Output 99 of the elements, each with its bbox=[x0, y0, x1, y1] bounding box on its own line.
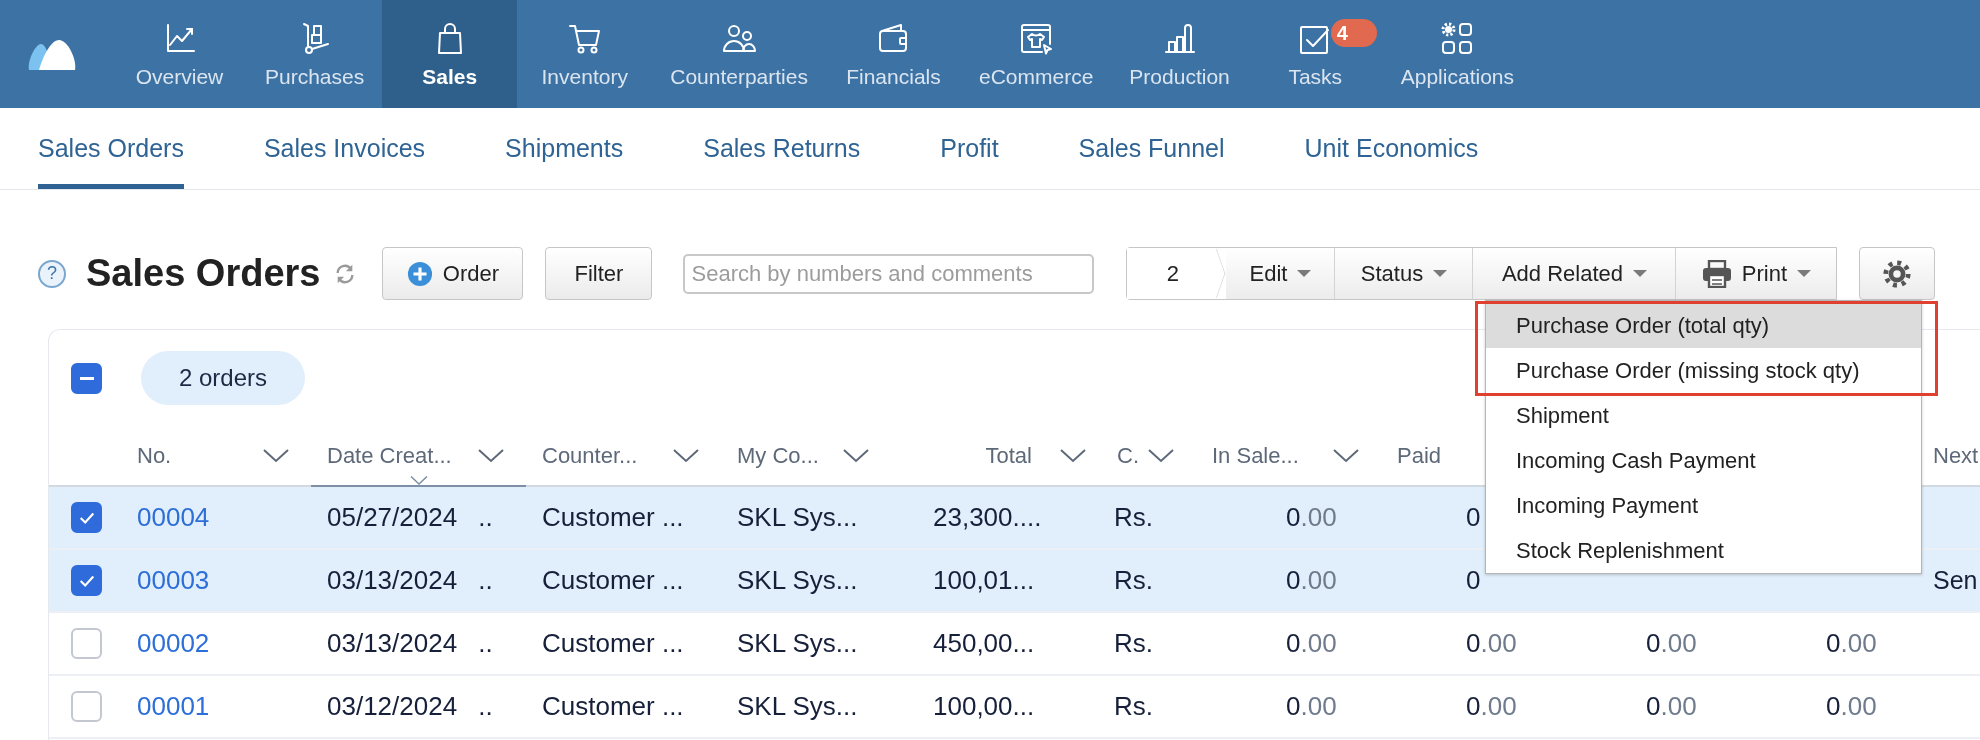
column-header[interactable]: C. bbox=[1101, 426, 1196, 485]
table-cell-text: 100,01... bbox=[932, 564, 1036, 597]
order-link[interactable]: 00004 bbox=[121, 487, 311, 548]
table-cell-text: SKL Sys... bbox=[736, 501, 859, 534]
row-checkbox[interactable] bbox=[71, 691, 102, 722]
caret-icon bbox=[1297, 270, 1312, 277]
table-cell-text: 100,00... bbox=[932, 690, 1036, 723]
table-cell-text: 0.00 bbox=[1645, 627, 1698, 660]
table-cell-text: Customer ... bbox=[541, 564, 685, 597]
order-link[interactable]: 00001 bbox=[121, 676, 311, 737]
filter-button[interactable]: Filter bbox=[545, 247, 653, 300]
menu-item[interactable]: Incoming Cash Payment bbox=[1486, 438, 1921, 483]
nav-tab[interactable]: Inventory bbox=[517, 0, 653, 108]
table-cell-text: 450,00... bbox=[932, 627, 1036, 660]
menu-item[interactable]: Purchase Order (total qty) bbox=[1486, 303, 1921, 348]
select-all-checkbox[interactable] bbox=[71, 362, 102, 394]
table-cell-text: SKL Sys... bbox=[736, 690, 859, 723]
page-title: Sales Orders bbox=[86, 252, 321, 295]
table-cell-text: Rs. bbox=[1113, 627, 1154, 660]
nav-tab[interactable]: Purchases bbox=[247, 0, 383, 108]
sub-tab[interactable]: Sales Orders bbox=[38, 108, 184, 189]
table-cell-text: Customer ... bbox=[541, 627, 685, 660]
order-link[interactable]: 00003 bbox=[121, 550, 311, 611]
table-cell-text: Sen bbox=[1932, 565, 1979, 596]
row-checkbox[interactable] bbox=[71, 565, 102, 596]
column-header[interactable]: No. bbox=[121, 426, 311, 485]
help-icon[interactable]: ? bbox=[38, 259, 66, 288]
settings-icon bbox=[1882, 258, 1913, 289]
sort-notch-icon bbox=[409, 476, 428, 485]
table-cell-text: Customer ... bbox=[541, 690, 685, 723]
plus-icon bbox=[406, 260, 433, 287]
table-cell-text: SKL Sys... bbox=[736, 564, 859, 597]
column-header[interactable]: Total bbox=[891, 426, 1101, 485]
order-link[interactable]: 00002 bbox=[121, 613, 311, 674]
printer-icon bbox=[1701, 259, 1732, 288]
table-cell-text: 0.00 bbox=[1825, 627, 1878, 660]
nav-tab[interactable]: Production bbox=[1111, 0, 1248, 108]
nav-tab[interactable]: Tasks 4 bbox=[1247, 0, 1383, 108]
chevron-icon bbox=[673, 448, 699, 463]
row-checkbox[interactable] bbox=[71, 628, 102, 659]
settings-button[interactable] bbox=[1859, 247, 1936, 300]
table-cell-text: Rs. bbox=[1113, 690, 1154, 723]
nav-tab[interactable]: eCommerce bbox=[960, 0, 1112, 108]
action-button[interactable]: Print bbox=[1675, 248, 1837, 299]
sub-tab[interactable]: Unit Economics bbox=[1304, 108, 1479, 189]
action-button[interactable]: Edit bbox=[1226, 248, 1335, 299]
table-cell-text: 0.00 bbox=[1285, 627, 1338, 660]
selection-count: 2 bbox=[1127, 248, 1227, 299]
chevron-icon bbox=[263, 448, 289, 463]
nav-tab[interactable]: Counterparties bbox=[652, 0, 826, 108]
chevron-icon bbox=[1060, 448, 1086, 463]
menu-item[interactable]: Purchase Order (missing stock qty) bbox=[1486, 348, 1921, 393]
caret-icon bbox=[1433, 270, 1448, 277]
sub-tab[interactable]: Shipments bbox=[505, 108, 624, 189]
chevron-icon bbox=[1333, 448, 1359, 463]
table-cell-text: 0.00 bbox=[1285, 501, 1338, 534]
column-header[interactable]: Counter... bbox=[526, 426, 721, 485]
chevron-icon bbox=[1148, 448, 1174, 463]
search-field[interactable]: Search by numbers and comments bbox=[683, 253, 1095, 294]
table-cell-text: Customer ... bbox=[541, 501, 685, 534]
sub-tab[interactable]: Profit bbox=[940, 108, 999, 189]
minus-icon bbox=[79, 376, 94, 380]
menu-item[interactable]: Stock Replenishment bbox=[1486, 528, 1921, 573]
caret-icon bbox=[1797, 270, 1812, 277]
table-cell-text: 03/12/2024 .. bbox=[326, 690, 494, 723]
column-header[interactable]: My Co... bbox=[721, 426, 891, 485]
table-cell-text: Rs. bbox=[1113, 564, 1154, 597]
sub-tab[interactable]: Sales Funnel bbox=[1078, 108, 1225, 189]
action-button[interactable]: Status bbox=[1334, 248, 1473, 299]
nav-tab[interactable]: Financials bbox=[825, 0, 961, 108]
nav-tab[interactable]: Applications bbox=[1382, 0, 1532, 108]
sub-tab[interactable]: Sales Returns bbox=[703, 108, 861, 189]
count-badge: 2 orders bbox=[141, 351, 306, 405]
caret-icon bbox=[1633, 270, 1648, 277]
column-header[interactable]: In Sale... bbox=[1196, 426, 1381, 485]
chevron-icon bbox=[478, 448, 504, 463]
table-cell-text: 03/13/2024 .. bbox=[326, 564, 494, 597]
menu-item[interactable]: Incoming Payment bbox=[1486, 483, 1921, 528]
chevron-icon bbox=[843, 448, 869, 463]
column-header: Next bbox=[1932, 441, 1980, 470]
table-cell-text: 03/13/2024 .. bbox=[326, 627, 494, 660]
row-checkbox[interactable] bbox=[71, 502, 102, 533]
table-cell-text: 0.00 bbox=[1465, 627, 1518, 660]
table-cell-text: 0.00 bbox=[1645, 690, 1698, 723]
table-cell-text: 0.00 bbox=[1825, 690, 1878, 723]
table-cell-text: 05/27/2024 .. bbox=[326, 501, 494, 534]
table-cell-text: Rs. bbox=[1113, 501, 1154, 534]
nav-tab[interactable]: Sales bbox=[382, 0, 518, 108]
nav-tab[interactable]: Overview bbox=[112, 0, 247, 108]
menu-item[interactable]: Shipment bbox=[1486, 393, 1921, 438]
sub-tab[interactable]: Sales Invoices bbox=[263, 108, 426, 189]
table-cell-text: 0.00 bbox=[1285, 564, 1338, 597]
table-cell-text: 0.00 bbox=[1285, 690, 1338, 723]
count-badge: 4 bbox=[1330, 19, 1377, 47]
table-cell-text: 23,300.... bbox=[932, 501, 1043, 534]
action-button[interactable]: Add Related bbox=[1472, 248, 1676, 299]
table-cell-text: SKL Sys... bbox=[736, 627, 859, 660]
table-cell-text: 0.00 bbox=[1465, 690, 1518, 723]
order-button[interactable]: Order bbox=[382, 247, 524, 300]
